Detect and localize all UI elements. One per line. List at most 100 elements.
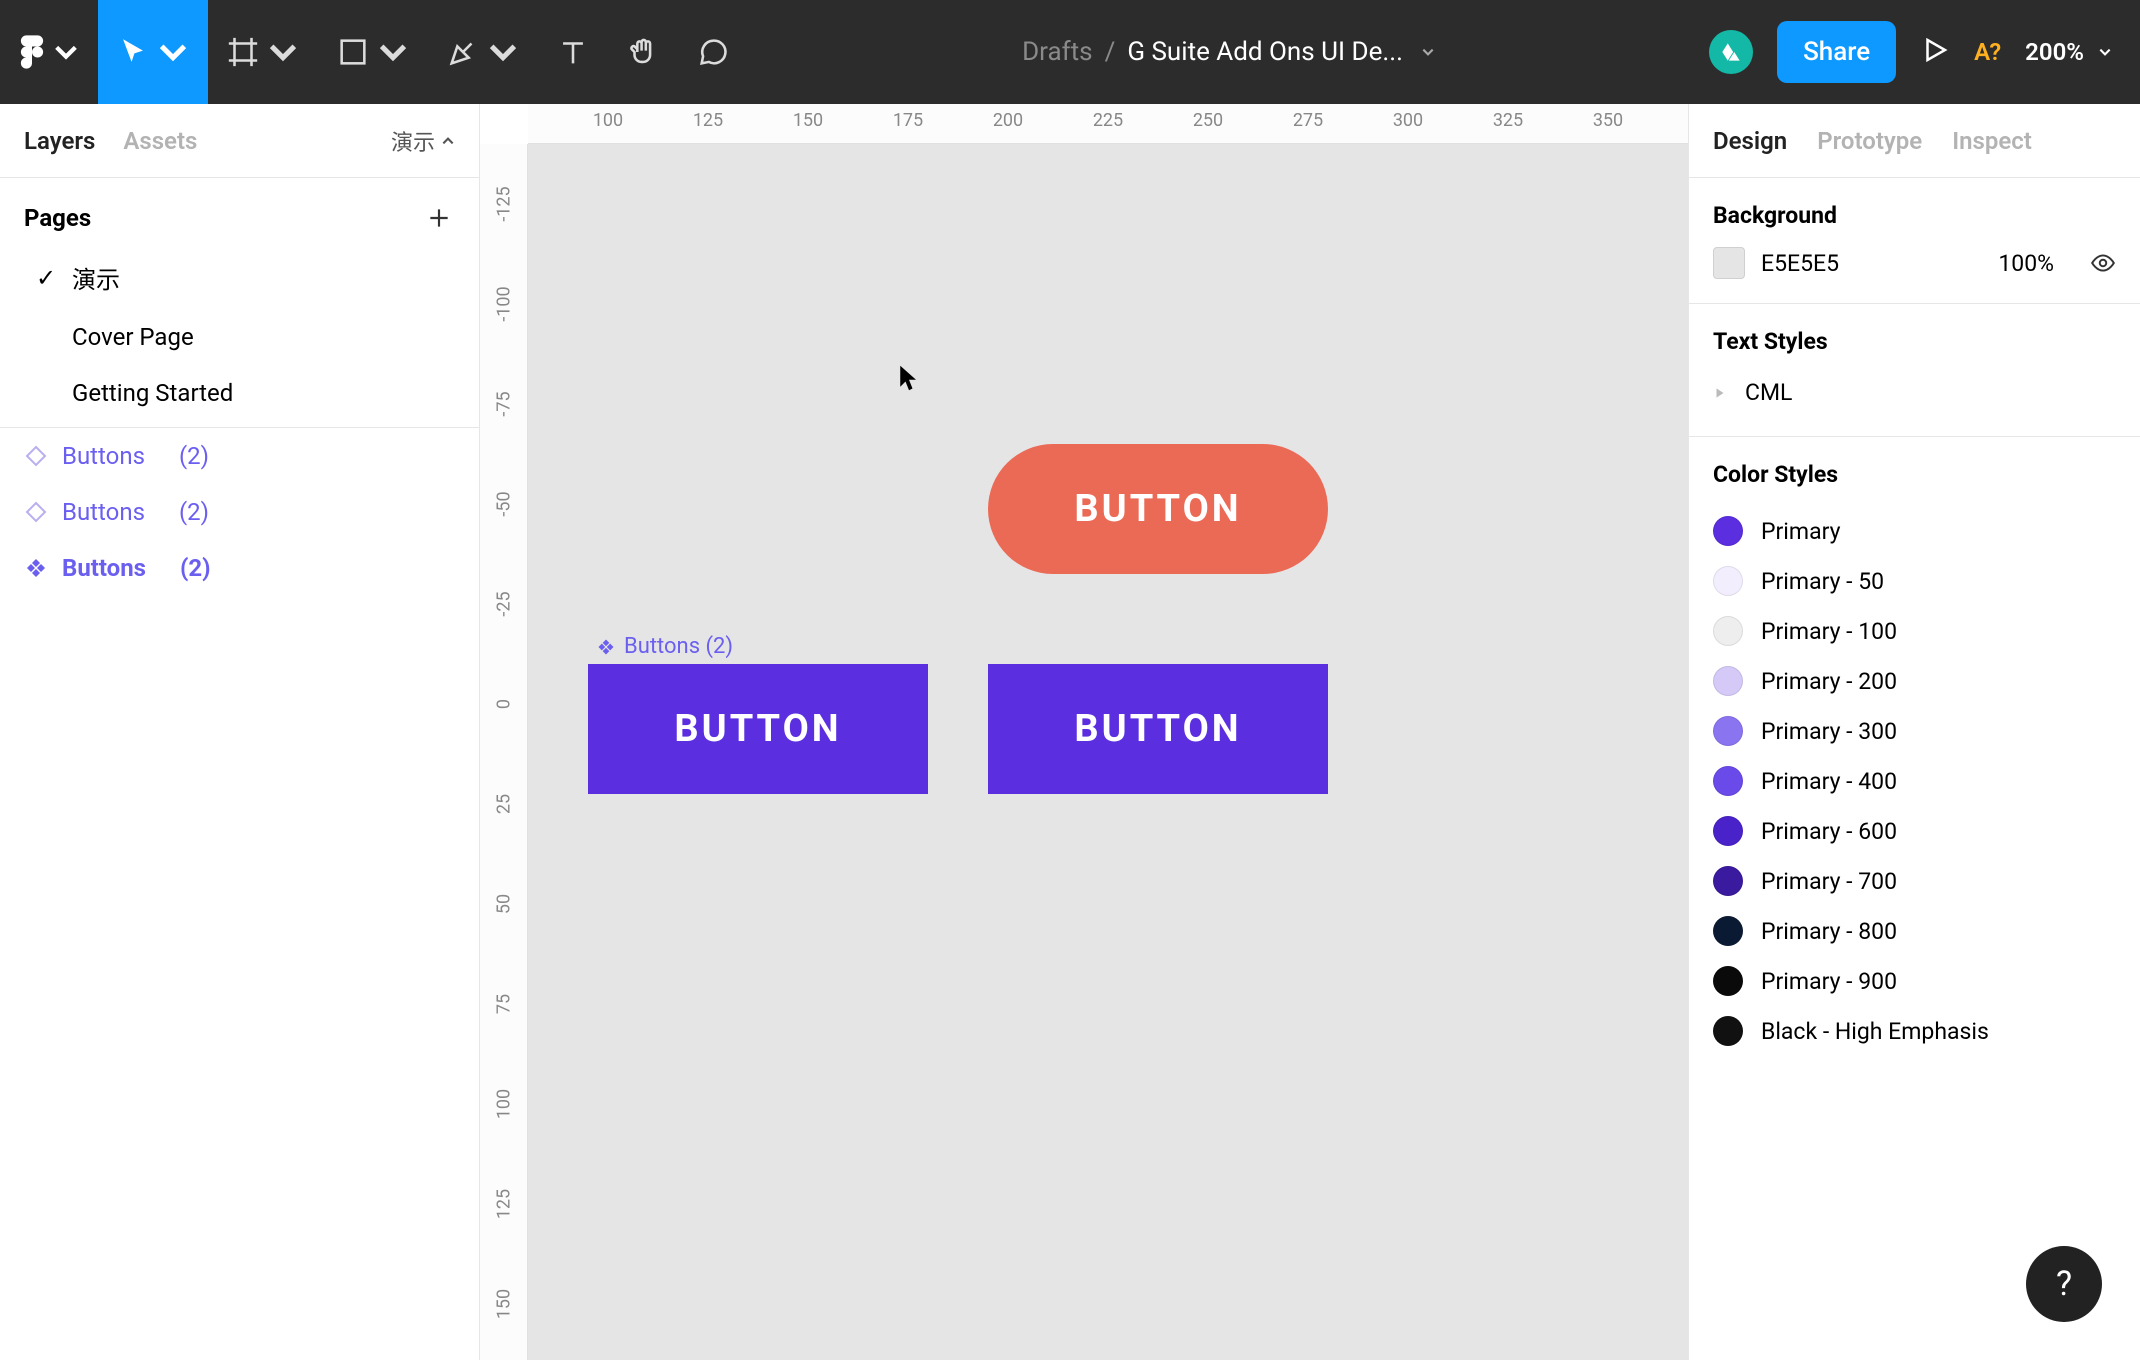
component-instance-icon [24,500,48,524]
color-style-item[interactable]: Primary [1713,506,2116,556]
layer-count: (2) [180,554,211,582]
text-styles-heading: Text Styles [1713,328,2116,355]
color-swatch [1713,516,1743,546]
text-style-item[interactable]: CML [1713,373,2116,412]
color-style-name: Primary - 800 [1761,918,1897,945]
component-icon [596,637,616,657]
color-style-name: Primary - 100 [1761,618,1897,645]
tab-layers[interactable]: Layers [24,127,95,155]
page-item[interactable]: ✓ 演示 [0,246,479,309]
triangle-right-icon [1713,386,1727,400]
tab-design[interactable]: Design [1713,127,1787,155]
page-name: Cover Page [72,323,194,351]
color-swatch [1713,716,1743,746]
ruler-horizontal: 100 125 150 175 200 225 250 275 300 325 … [528,104,1688,144]
chevron-up-icon [441,134,455,148]
present-button[interactable] [1920,35,1950,69]
visibility-toggle-icon[interactable] [2090,250,2116,276]
layer-count: (2) [179,498,209,526]
pen-tool[interactable] [428,0,538,104]
comment-tool[interactable] [678,0,748,104]
layer-name: Buttons [62,442,145,470]
file-title[interactable]: G Suite Add Ons UI De... [1127,37,1403,67]
move-tool[interactable] [98,0,208,104]
layer-item[interactable]: Buttons (2) [0,428,479,484]
component-label[interactable]: Buttons (2) [596,634,733,659]
page-selector[interactable]: 演示 [391,125,455,157]
color-style-item[interactable]: Primary - 600 [1713,806,2116,856]
shape-tool[interactable] [318,0,428,104]
zoom-value: 200% [2025,38,2084,66]
color-swatch [1713,966,1743,996]
color-swatch [1713,666,1743,696]
color-swatch [1713,866,1743,896]
color-style-name: Primary - 50 [1761,568,1884,595]
color-swatch [1713,616,1743,646]
page-name: 演示 [72,260,120,295]
tab-prototype[interactable]: Prototype [1817,127,1922,155]
tab-assets[interactable]: Assets [123,127,197,155]
hand-tool[interactable] [608,0,678,104]
color-style-item[interactable]: Primary - 300 [1713,706,2116,756]
background-hex[interactable]: E5E5E5 [1761,250,1881,277]
help-button[interactable]: ? [2026,1246,2102,1322]
avatar[interactable] [1709,30,1753,74]
background-opacity[interactable]: 100% [1998,250,2054,277]
color-style-item[interactable]: Primary - 50 [1713,556,2116,606]
share-button[interactable]: Share [1777,21,1896,83]
page-item[interactable]: ✓ Cover Page [0,309,479,365]
color-style-name: Primary - 300 [1761,718,1897,745]
color-swatch [1713,816,1743,846]
color-style-name: Primary - 200 [1761,668,1897,695]
color-swatch [1713,566,1743,596]
canvas-button-purple-2[interactable]: BUTTON [988,664,1328,794]
color-style-item[interactable]: Primary - 800 [1713,906,2116,956]
tab-inspect[interactable]: Inspect [1952,127,2032,155]
color-style-name: Black - High Emphasis [1761,1018,1989,1045]
menu-button[interactable] [0,0,98,104]
page-item[interactable]: ✓ Getting Started [0,365,479,421]
canvas[interactable]: BUTTON Buttons (2) BUTTON BUTTON [528,144,1688,1360]
breadcrumb[interactable]: Drafts / G Suite Add Ons UI De... [748,37,1709,67]
color-style-item[interactable]: Black - High Emphasis [1713,1006,2116,1056]
color-style-name: Primary - 700 [1761,868,1897,895]
breadcrumb-separator: / [1105,37,1116,67]
frame-tool[interactable] [208,0,318,104]
right-panel: Design Prototype Inspect Background E5E5… [1688,104,2140,1360]
color-swatch [1713,1016,1743,1046]
color-style-name: Primary - 900 [1761,968,1897,995]
color-style-item[interactable]: Primary - 900 [1713,956,2116,1006]
canvas-area[interactable]: 100 125 150 175 200 225 250 275 300 325 … [480,104,1688,1360]
layer-count: (2) [179,442,209,470]
missing-fonts-indicator[interactable]: A? [1974,38,2001,66]
page-name: Getting Started [72,379,233,407]
component-instance-icon [24,444,48,468]
color-style-item[interactable]: Primary - 700 [1713,856,2116,906]
layer-item[interactable]: Buttons (2) [0,540,479,596]
text-tool[interactable] [538,0,608,104]
breadcrumb-location[interactable]: Drafts [1022,37,1092,67]
color-style-item[interactable]: Primary - 100 [1713,606,2116,656]
pages-heading: Pages [24,204,91,232]
color-style-name: Primary - 400 [1761,768,1897,795]
component-icon [24,556,48,580]
color-styles-heading: Color Styles [1713,461,2116,488]
chevron-down-icon [2098,45,2112,59]
zoom-control[interactable]: 200% [2025,38,2112,66]
add-page-button[interactable] [423,202,455,234]
chevron-down-icon[interactable] [1421,45,1435,59]
layer-item[interactable]: Buttons (2) [0,484,479,540]
color-swatch [1713,766,1743,796]
canvas-button-red[interactable]: BUTTON [988,444,1328,574]
background-heading: Background [1713,202,2116,229]
background-swatch[interactable] [1713,247,1745,279]
check-icon: ✓ [36,264,56,292]
color-style-item[interactable]: Primary - 200 [1713,656,2116,706]
layer-name: Buttons [62,554,146,582]
color-style-name: Primary [1761,518,1840,545]
cursor-icon [898,364,920,392]
text-style-name: CML [1745,379,1792,406]
color-style-item[interactable]: Primary - 400 [1713,756,2116,806]
canvas-button-purple-1[interactable]: BUTTON [588,664,928,794]
layer-name: Buttons [62,498,145,526]
